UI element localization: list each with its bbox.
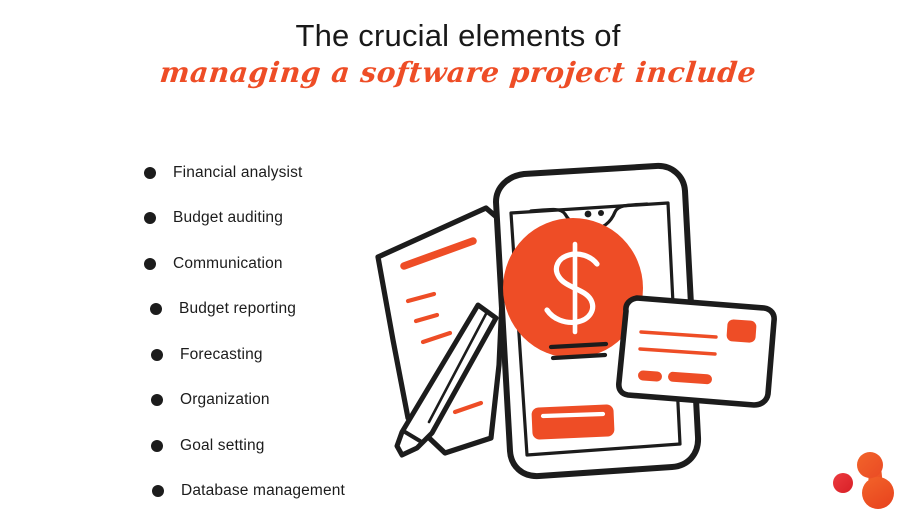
bullet-icon [144,212,156,225]
bullet-icon [151,348,163,361]
list-item-label: Organization [180,391,270,409]
finance-mobile-payment-illustration [375,160,800,505]
list-item: Forecasting [0,332,380,378]
bullet-icon [151,394,163,407]
page-title-line2-script: managing a software project include [158,55,758,89]
list-item-label: Database management [181,482,345,500]
list-item-label: Communication [173,254,283,272]
list-item: Budget reporting [0,287,380,333]
list-item-label: Financial analysist [173,163,303,181]
slide-canvas: The crucial elements of managing a softw… [0,0,916,525]
list-item-label: Goal setting [180,436,265,454]
logo-shape [833,452,894,509]
brand-logo [828,448,900,514]
phone-action-button [531,404,615,440]
bullet-icon [152,485,164,498]
credit-card-icon [616,295,777,408]
list-item: Financial analysist [0,150,380,196]
bullet-icon [151,439,163,452]
bullet-icon [150,303,162,316]
list-item: Organization [0,378,380,424]
elements-list: Financial analysist Budget auditing Commun… [0,150,380,514]
list-item: Goal setting [0,423,380,469]
list-item-label: Budget auditing [173,209,283,227]
bullet-icon [144,166,156,179]
list-item: Communication [0,241,380,287]
bullet-icon [144,257,156,270]
list-item: Database management [0,469,380,515]
list-item-label: Forecasting [180,345,263,363]
list-item-label: Budget reporting [179,300,297,318]
page-title-line1: The crucial elements of [295,18,621,53]
page-title: The crucial elements of managing a softw… [0,18,916,89]
list-item: Budget auditing [0,196,380,242]
